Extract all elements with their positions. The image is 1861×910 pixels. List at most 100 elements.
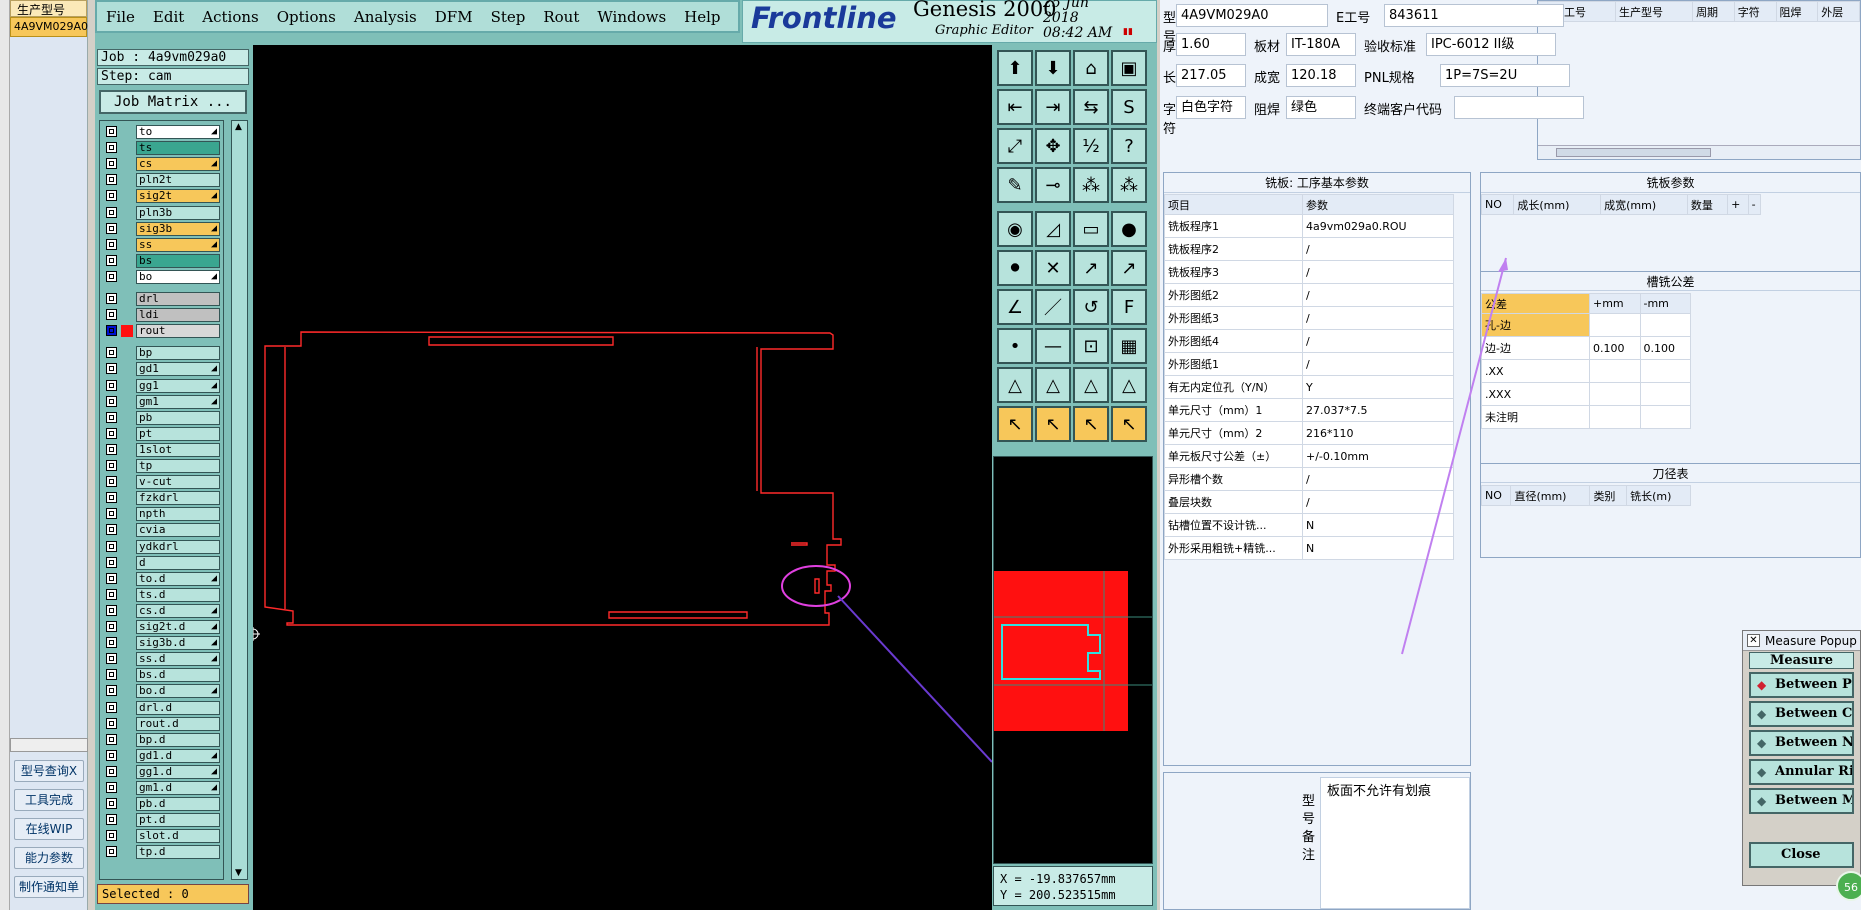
- layer-checkbox[interactable]: [106, 158, 117, 170]
- layer-checkbox[interactable]: [106, 669, 117, 681]
- info-value[interactable]: IPC-6012 II级: [1426, 33, 1556, 56]
- layer-name[interactable]: bp.d: [136, 732, 220, 747]
- table-row[interactable]: 铣板程序1 4a9vm029a0.ROU: [1164, 214, 1454, 238]
- layer-name[interactable]: drl: [136, 292, 220, 306]
- column-header[interactable]: NO: [1480, 194, 1515, 215]
- column-header[interactable]: 生产型号: [1615, 1, 1694, 22]
- column-header[interactable]: 外层: [1817, 1, 1860, 22]
- layer-name[interactable]: gm1.d ◢: [136, 781, 220, 795]
- left-button-1[interactable]: 工具完成: [14, 789, 84, 811]
- column-header[interactable]: -mm: [1639, 293, 1691, 314]
- slot-cell[interactable]: [1589, 382, 1641, 406]
- layer-checkbox[interactable]: [106, 717, 117, 729]
- zoom-fit-icon[interactable]: ⤢: [997, 128, 1033, 164]
- film-icon[interactable]: ✎: [997, 167, 1033, 203]
- layer-name[interactable]: cs ◢: [136, 157, 220, 172]
- column-header[interactable]: 项目: [1164, 194, 1303, 215]
- layer-name[interactable]: ss.d ◢: [136, 652, 220, 667]
- layer-row[interactable]: pln3b: [103, 205, 221, 220]
- layer-checkbox[interactable]: [106, 379, 117, 391]
- layer-row[interactable]: fzkdrl: [103, 491, 221, 506]
- layer-checkbox[interactable]: [106, 254, 117, 266]
- layer-list-scrollbar[interactable]: ▲ ▼: [231, 120, 248, 880]
- column-header[interactable]: +mm: [1589, 293, 1641, 314]
- layer-checkbox[interactable]: [106, 653, 117, 665]
- layer-checkbox[interactable]: [106, 476, 117, 488]
- info-value[interactable]: 217.05: [1176, 64, 1246, 87]
- layer-row[interactable]: ts.d: [103, 587, 221, 602]
- layer-checkbox[interactable]: [106, 701, 117, 713]
- import-icon[interactable]: ⇤: [997, 89, 1033, 125]
- export-icon[interactable]: ⇥: [1035, 89, 1071, 125]
- slot-cell[interactable]: [1589, 405, 1641, 429]
- layer-checkbox[interactable]: [106, 830, 117, 842]
- layer-row[interactable]: cs ◢: [103, 157, 221, 172]
- layer-row[interactable]: bs: [103, 253, 221, 268]
- layer-name[interactable]: gg1 ◢: [136, 378, 220, 393]
- layer-row[interactable]: bp.d: [103, 732, 221, 747]
- layer-name[interactable]: drl.d: [136, 700, 220, 715]
- layer-name[interactable]: sig2t ◢: [136, 189, 220, 204]
- layer-name[interactable]: d: [136, 555, 220, 570]
- slot-cell[interactable]: [1639, 382, 1691, 406]
- layer-name[interactable]: ts: [136, 141, 220, 156]
- layer-checkbox[interactable]: [106, 190, 117, 202]
- layer-name[interactable]: pb: [136, 410, 220, 425]
- layer-row[interactable]: gg1 ◢: [103, 378, 221, 393]
- layer-checkbox[interactable]: [106, 540, 117, 552]
- snap-icon[interactable]: ◉: [997, 211, 1033, 247]
- netlist-icon[interactable]: ⁂: [1073, 167, 1109, 203]
- layer-name[interactable]: sig2t.d ◢: [136, 620, 220, 634]
- swap-icon[interactable]: ⇆: [1073, 89, 1109, 125]
- layer-checkbox[interactable]: [106, 782, 117, 793]
- menu-windows[interactable]: Windows: [588, 8, 675, 26]
- layer-name[interactable]: bs.d: [136, 668, 220, 683]
- layer-row[interactable]: gm1.d ◢: [103, 781, 221, 795]
- cross-icon[interactable]: ✕: [1035, 250, 1071, 286]
- layer-row[interactable]: ss ◢: [103, 237, 221, 252]
- layer-name[interactable]: pln2t: [136, 173, 220, 188]
- save-icon[interactable]: ⬇: [1035, 50, 1071, 86]
- layer-checkbox[interactable]: [106, 142, 117, 154]
- select3-icon[interactable]: ↖: [1073, 406, 1109, 442]
- layer-row[interactable]: cs.d ◢: [103, 603, 221, 618]
- layer-name[interactable]: rout.d: [136, 716, 220, 731]
- combined-table-scrollbar[interactable]: [1538, 145, 1860, 159]
- layer-row[interactable]: 1slot: [103, 442, 221, 457]
- node-icon[interactable]: ⚫: [997, 250, 1033, 286]
- layer-row[interactable]: pt: [103, 426, 221, 441]
- layer-row[interactable]: sig3b ◢: [103, 221, 221, 236]
- layer-row[interactable]: bo ◢: [103, 269, 221, 284]
- slot-cell[interactable]: [1589, 359, 1641, 383]
- layer-row[interactable]: bs.d: [103, 668, 221, 683]
- slot-cell[interactable]: [1639, 359, 1691, 383]
- slot-cell[interactable]: [1639, 313, 1691, 337]
- scroll-up-icon[interactable]: ▲: [235, 121, 244, 133]
- layer-row[interactable]: slot.d: [103, 829, 221, 844]
- column-header[interactable]: 参数: [1302, 194, 1454, 215]
- menu-analysis[interactable]: Analysis: [345, 8, 426, 26]
- left-button-2[interactable]: 在线WIP: [14, 818, 84, 840]
- layer-checkbox[interactable]: [106, 460, 117, 471]
- layer-checkbox[interactable]: [106, 238, 117, 250]
- notes-text[interactable]: 板面不允许有划痕: [1320, 777, 1470, 909]
- layer-checkbox[interactable]: [106, 604, 117, 616]
- arc-icon[interactable]: ↺: [1073, 289, 1109, 325]
- layer-row[interactable]: gg1.d ◢: [103, 764, 221, 779]
- layer-name[interactable]: bs: [136, 253, 220, 268]
- layer-row[interactable]: to.d ◢: [103, 571, 221, 586]
- column-header[interactable]: 周期: [1692, 1, 1735, 22]
- layer-row[interactable]: pb: [103, 410, 221, 425]
- layer-checkbox[interactable]: [106, 685, 117, 697]
- tri2-icon[interactable]: △: [1035, 367, 1071, 403]
- layer-checkbox[interactable]: [106, 222, 117, 234]
- line2-icon[interactable]: —: [1035, 328, 1071, 364]
- layer-row[interactable]: v-cut: [103, 475, 221, 490]
- scroll-down-icon[interactable]: ▼: [235, 867, 244, 879]
- layer-name[interactable]: cvia: [136, 523, 220, 538]
- layer-checkbox[interactable]: [106, 443, 117, 455]
- layer-row[interactable]: d: [103, 555, 221, 570]
- column-header[interactable]: -: [1747, 194, 1762, 215]
- layer-row[interactable]: rout: [103, 324, 221, 339]
- measure-option[interactable]: ◆ Between Co: [1749, 701, 1854, 727]
